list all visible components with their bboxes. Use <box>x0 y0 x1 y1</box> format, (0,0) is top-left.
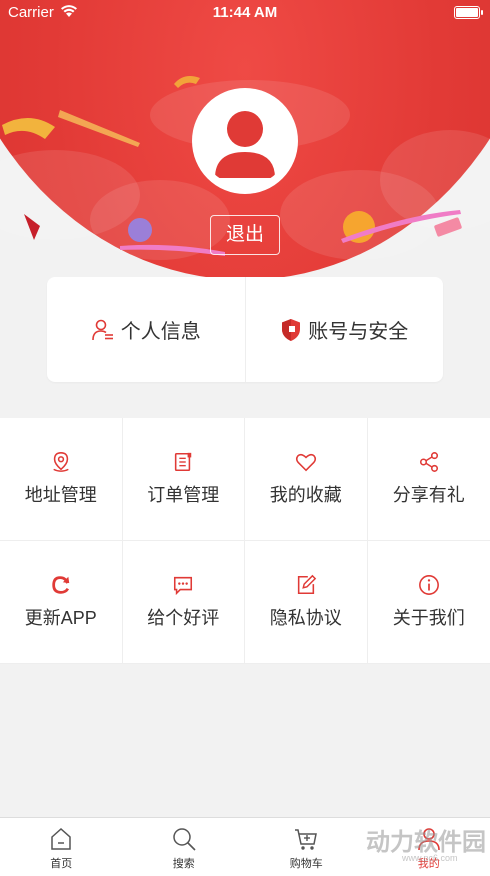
heart-icon <box>295 453 316 472</box>
grid-item-label: 隐私协议 <box>269 608 342 628</box>
grid-item-label: 订单管理 <box>147 485 220 505</box>
comment-icon <box>174 576 193 596</box>
avatar[interactable] <box>192 88 298 194</box>
refresh-icon <box>52 576 69 594</box>
grid-item-share[interactable]: 分享有礼 <box>367 418 490 541</box>
tab-cart[interactable]: 购物车 <box>245 818 368 876</box>
grid-item-label: 我的收藏 <box>269 485 342 505</box>
shield-icon <box>282 318 301 341</box>
grid-item-label: 给个好评 <box>147 608 220 628</box>
tab-home[interactable]: 首页 <box>0 818 123 876</box>
grid-item-label: 更新APP <box>24 608 97 628</box>
location-icon <box>53 452 69 472</box>
grid-item-privacy[interactable]: 隐私协议 <box>245 541 368 664</box>
profile-header: Carrier 11:44 AM 退出 <box>0 0 490 282</box>
account-card: 个人信息 账号与安全 <box>47 277 443 382</box>
ribbon-decoration <box>24 214 40 240</box>
order-icon <box>175 452 192 472</box>
home-icon <box>51 827 71 850</box>
function-grid: 地址管理 订单管理 我的收藏 分享有礼 更新APP 给个好评 隐私协议 关于我们 <box>0 418 490 664</box>
planet-decoration <box>341 210 462 243</box>
logout-button[interactable]: 退出 <box>210 215 280 255</box>
grid-item-label: 分享有礼 <box>392 485 465 505</box>
grid-item-label: 关于我们 <box>392 608 465 628</box>
tab-label: 搜索 <box>172 858 195 870</box>
tab-search[interactable]: 搜索 <box>123 818 246 876</box>
cart-icon <box>295 829 318 850</box>
watermark: 动力软件园 www.pc6.com <box>366 822 486 863</box>
clock: 11:44 AM <box>212 4 278 21</box>
grid-item-about[interactable]: 关于我们 <box>367 541 490 664</box>
ribbon-decoration <box>2 110 140 147</box>
tab-label: 购物车 <box>289 858 323 870</box>
personal-info-label: 个人信息 <box>120 321 201 343</box>
user-list-icon <box>91 319 113 340</box>
grid-item-label: 地址管理 <box>24 485 97 505</box>
account-security-button[interactable]: 账号与安全 <box>246 277 444 382</box>
ribbon-decoration <box>174 76 200 88</box>
grid-item-update-app[interactable]: 更新APP <box>0 541 123 664</box>
grid-item-rate[interactable]: 给个好评 <box>122 541 245 664</box>
user-silhouette-icon <box>215 111 275 178</box>
info-icon <box>418 575 439 595</box>
edit-icon <box>297 574 316 595</box>
account-security-label: 账号与安全 <box>308 321 409 343</box>
tab-label: 首页 <box>50 858 73 870</box>
battery-icon <box>454 6 483 19</box>
share-icon <box>419 452 438 472</box>
grid-item-orders[interactable]: 订单管理 <box>122 418 245 541</box>
grid-item-address[interactable]: 地址管理 <box>0 418 123 541</box>
status-bar: Carrier 11:44 AM <box>0 0 490 26</box>
watermark-text: 动力软件园 <box>366 829 486 856</box>
grid-item-favorites[interactable]: 我的收藏 <box>245 418 368 541</box>
personal-info-button[interactable]: 个人信息 <box>47 277 245 382</box>
search-icon <box>173 828 196 851</box>
